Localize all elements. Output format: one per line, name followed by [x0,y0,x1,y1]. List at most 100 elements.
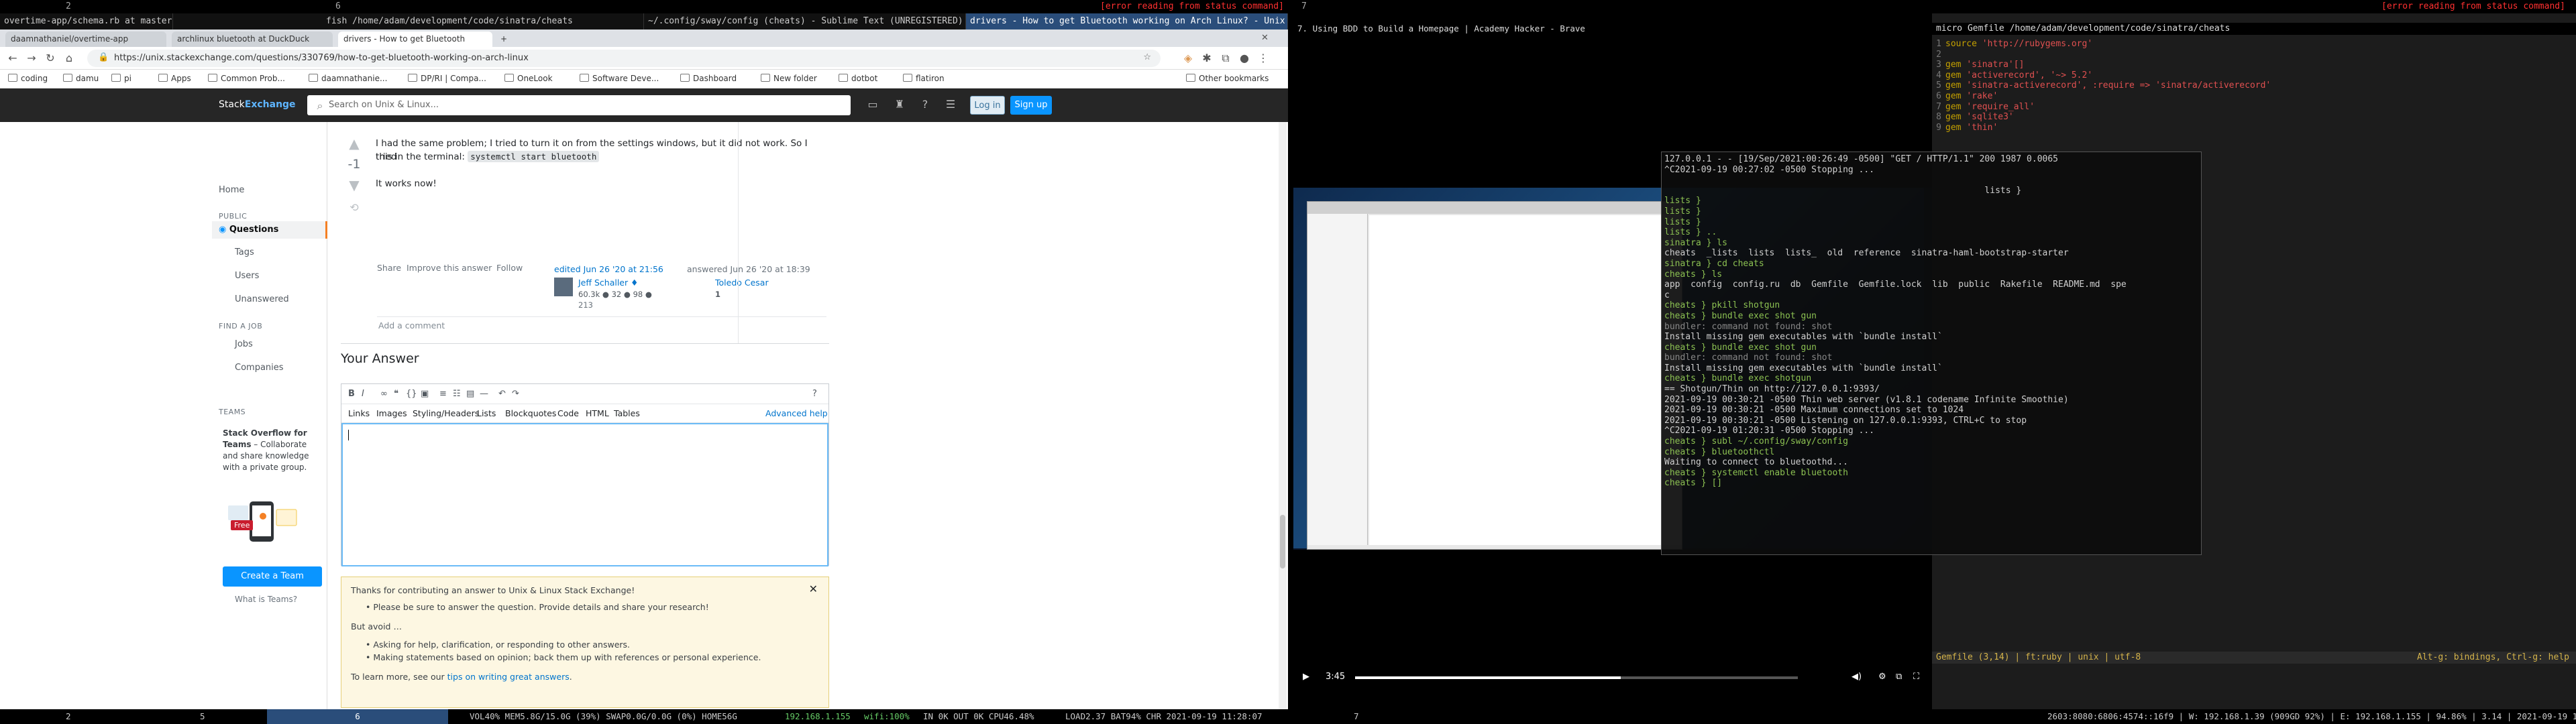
browser-tab-active[interactable]: drivers - How to get Bluetooth [338,32,492,47]
avatar[interactable] [554,278,573,296]
bookmark[interactable]: damu [63,74,99,83]
window-title[interactable]: fish /home/adam/development/code/sinatra… [322,13,644,29]
window-title[interactable]: ~/.config/sway/config (cheats) - Sublime… [644,13,966,29]
bookmark[interactable]: Common Prob... [208,74,285,83]
workspace-indicator[interactable]: 7 [1354,709,1359,724]
editor-name[interactable]: Jeff Schaller ♦ [578,278,638,288]
ordered-list-icon[interactable]: ≡ [439,389,447,399]
help-tab[interactable]: Tables [614,408,640,418]
video-progress[interactable] [1355,676,1798,679]
help-tab[interactable]: Links [348,408,370,418]
heading-icon[interactable]: ▤ [466,389,474,399]
browser-tab[interactable]: daamnathaniel/overtime-app [5,32,166,47]
bookmark[interactable]: New folder [761,74,817,83]
reload-icon[interactable]: ↻ [43,51,58,66]
blockquote-icon[interactable]: ❝ [394,389,398,399]
signup-button[interactable]: Sign up [1010,96,1052,115]
add-comment-link[interactable]: Add a comment [378,320,445,330]
sites-icon[interactable]: ☰ [943,98,958,113]
bookmark[interactable]: Apps [158,74,191,83]
lock-icon[interactable]: 🔒 [98,52,109,62]
brave-icon[interactable]: ◈ [1181,51,1195,66]
close-icon[interactable]: ✕ [1261,33,1269,43]
bookmark[interactable]: pi [111,74,131,83]
inbox-icon[interactable]: ▭ [865,98,880,113]
workspace-indicator[interactable]: 6 [335,0,341,13]
help-tab[interactable]: Styling/Headers [413,408,479,418]
nav-tags[interactable]: Tags [235,247,254,257]
pip-icon[interactable]: ⧉ [1896,672,1902,682]
window-title[interactable]: micro Gemfile /home/adam/development/cod… [1932,23,2576,35]
bookmark[interactable]: DP/RI | Compa... [408,74,486,83]
window-title[interactable]: 7. Using BDD to Build a Homepage | Acade… [1288,23,1932,35]
address-bar[interactable]: 🔒 https://unix.stackexchange.com/questio… [87,50,1161,67]
new-tab-button[interactable]: + [495,32,513,47]
undo-icon[interactable]: ↶ [498,389,506,399]
what-is-teams-link[interactable]: What is Teams? [235,595,297,604]
extension-icon[interactable]: ✱ [1199,51,1214,66]
follow-link[interactable]: Follow [496,263,523,273]
answerer-name[interactable]: Toledo Cesar [715,278,769,288]
code-icon[interactable]: {} [406,389,417,399]
nav-jobs[interactable]: Jobs [235,339,253,349]
other-bookmarks[interactable]: Other bookmarks [1186,74,1269,83]
back-icon[interactable]: ← [5,51,20,66]
browser-tab[interactable]: archlinux bluetooth at DuckDuck [172,32,333,47]
help-tab[interactable]: Images [376,408,407,418]
improve-answer-link[interactable]: Improve this answer [407,263,492,273]
window-title-active[interactable]: drivers - How to get Bluetooth working o… [966,13,1288,29]
downvote-icon[interactable]: ▼ [345,177,364,193]
volume-icon[interactable]: ◀) [1851,672,1862,682]
page-scrollbar[interactable] [1279,122,1287,709]
play-icon[interactable]: ▶ [1303,672,1309,682]
login-button[interactable]: Log in [970,96,1005,115]
search-input[interactable]: Search on Unix & Linux... [307,95,851,115]
redo-icon[interactable]: ↷ [512,389,519,399]
help-icon[interactable]: ? [812,389,817,399]
workspace-indicator[interactable]: 5 [200,709,205,724]
tips-link[interactable]: tips on writing great answers [447,672,570,682]
help-tab[interactable]: Lists [477,408,496,418]
share-link[interactable]: Share [377,263,401,273]
help-icon[interactable]: ? [918,98,932,113]
fullscreen-icon[interactable]: ⛶ [1913,672,1919,682]
forward-icon[interactable]: → [24,51,39,66]
bookmark[interactable]: coding [8,74,48,83]
upvote-icon[interactable]: ▲ [345,135,364,152]
scroll-thumb[interactable] [1280,515,1285,568]
advanced-help-link[interactable]: Advanced help [765,408,828,418]
bookmark[interactable]: OneLook [504,74,553,83]
nav-users[interactable]: Users [235,271,259,281]
star-icon[interactable]: ☆ [1143,52,1151,62]
bookmark[interactable]: dotbot [839,74,877,83]
settings-icon[interactable]: ⚙ [1878,672,1886,682]
bookmark[interactable]: Dashboard [680,74,737,83]
close-icon[interactable]: ✕ [809,583,818,595]
create-team-button[interactable]: Create a Team [223,566,322,587]
help-tab[interactable]: Blockquotes [505,408,556,418]
home-icon[interactable]: ⌂ [62,51,76,66]
workspace-indicator-active[interactable]: 6 [267,709,448,724]
workspace-indicator[interactable]: 2 [66,0,71,13]
bookmark[interactable]: Software Deve... [580,74,659,83]
bookmark[interactable]: daamnathanie... [309,74,387,83]
profile-icon[interactable]: ● [1237,51,1252,66]
nav-questions[interactable]: ◉ Questions [212,221,327,239]
workspace-indicator[interactable]: 2 [66,709,71,724]
window-title[interactable]: overtime-app/schema.rb at master · jorda… [0,13,173,29]
hr-icon[interactable]: — [480,389,488,399]
floating-terminal[interactable]: 127.0.0.1 - - [19/Sep/2021:00:26:49 -050… [1661,152,2202,555]
nav-unanswered[interactable]: Unanswered [235,294,289,304]
bookmark[interactable]: flatiron [903,74,945,83]
answer-textarea[interactable] [341,423,828,566]
help-tab[interactable]: Code [557,408,579,418]
italic-icon[interactable]: I [362,389,364,399]
workspace-indicator[interactable]: 7 [1301,0,1307,13]
help-tab[interactable]: HTML [586,408,609,418]
bold-icon[interactable]: B [348,389,355,399]
history-icon[interactable]: ⟲ [345,201,364,214]
editor-lines[interactable]: 1 source 'http://rubygems.org' 2 3 gem 'sina… [1932,39,2576,133]
puzzle-icon[interactable]: ⧉ [1218,51,1233,66]
image-icon[interactable]: ▣ [421,389,429,399]
menu-icon[interactable]: ⋮ [1256,51,1271,66]
